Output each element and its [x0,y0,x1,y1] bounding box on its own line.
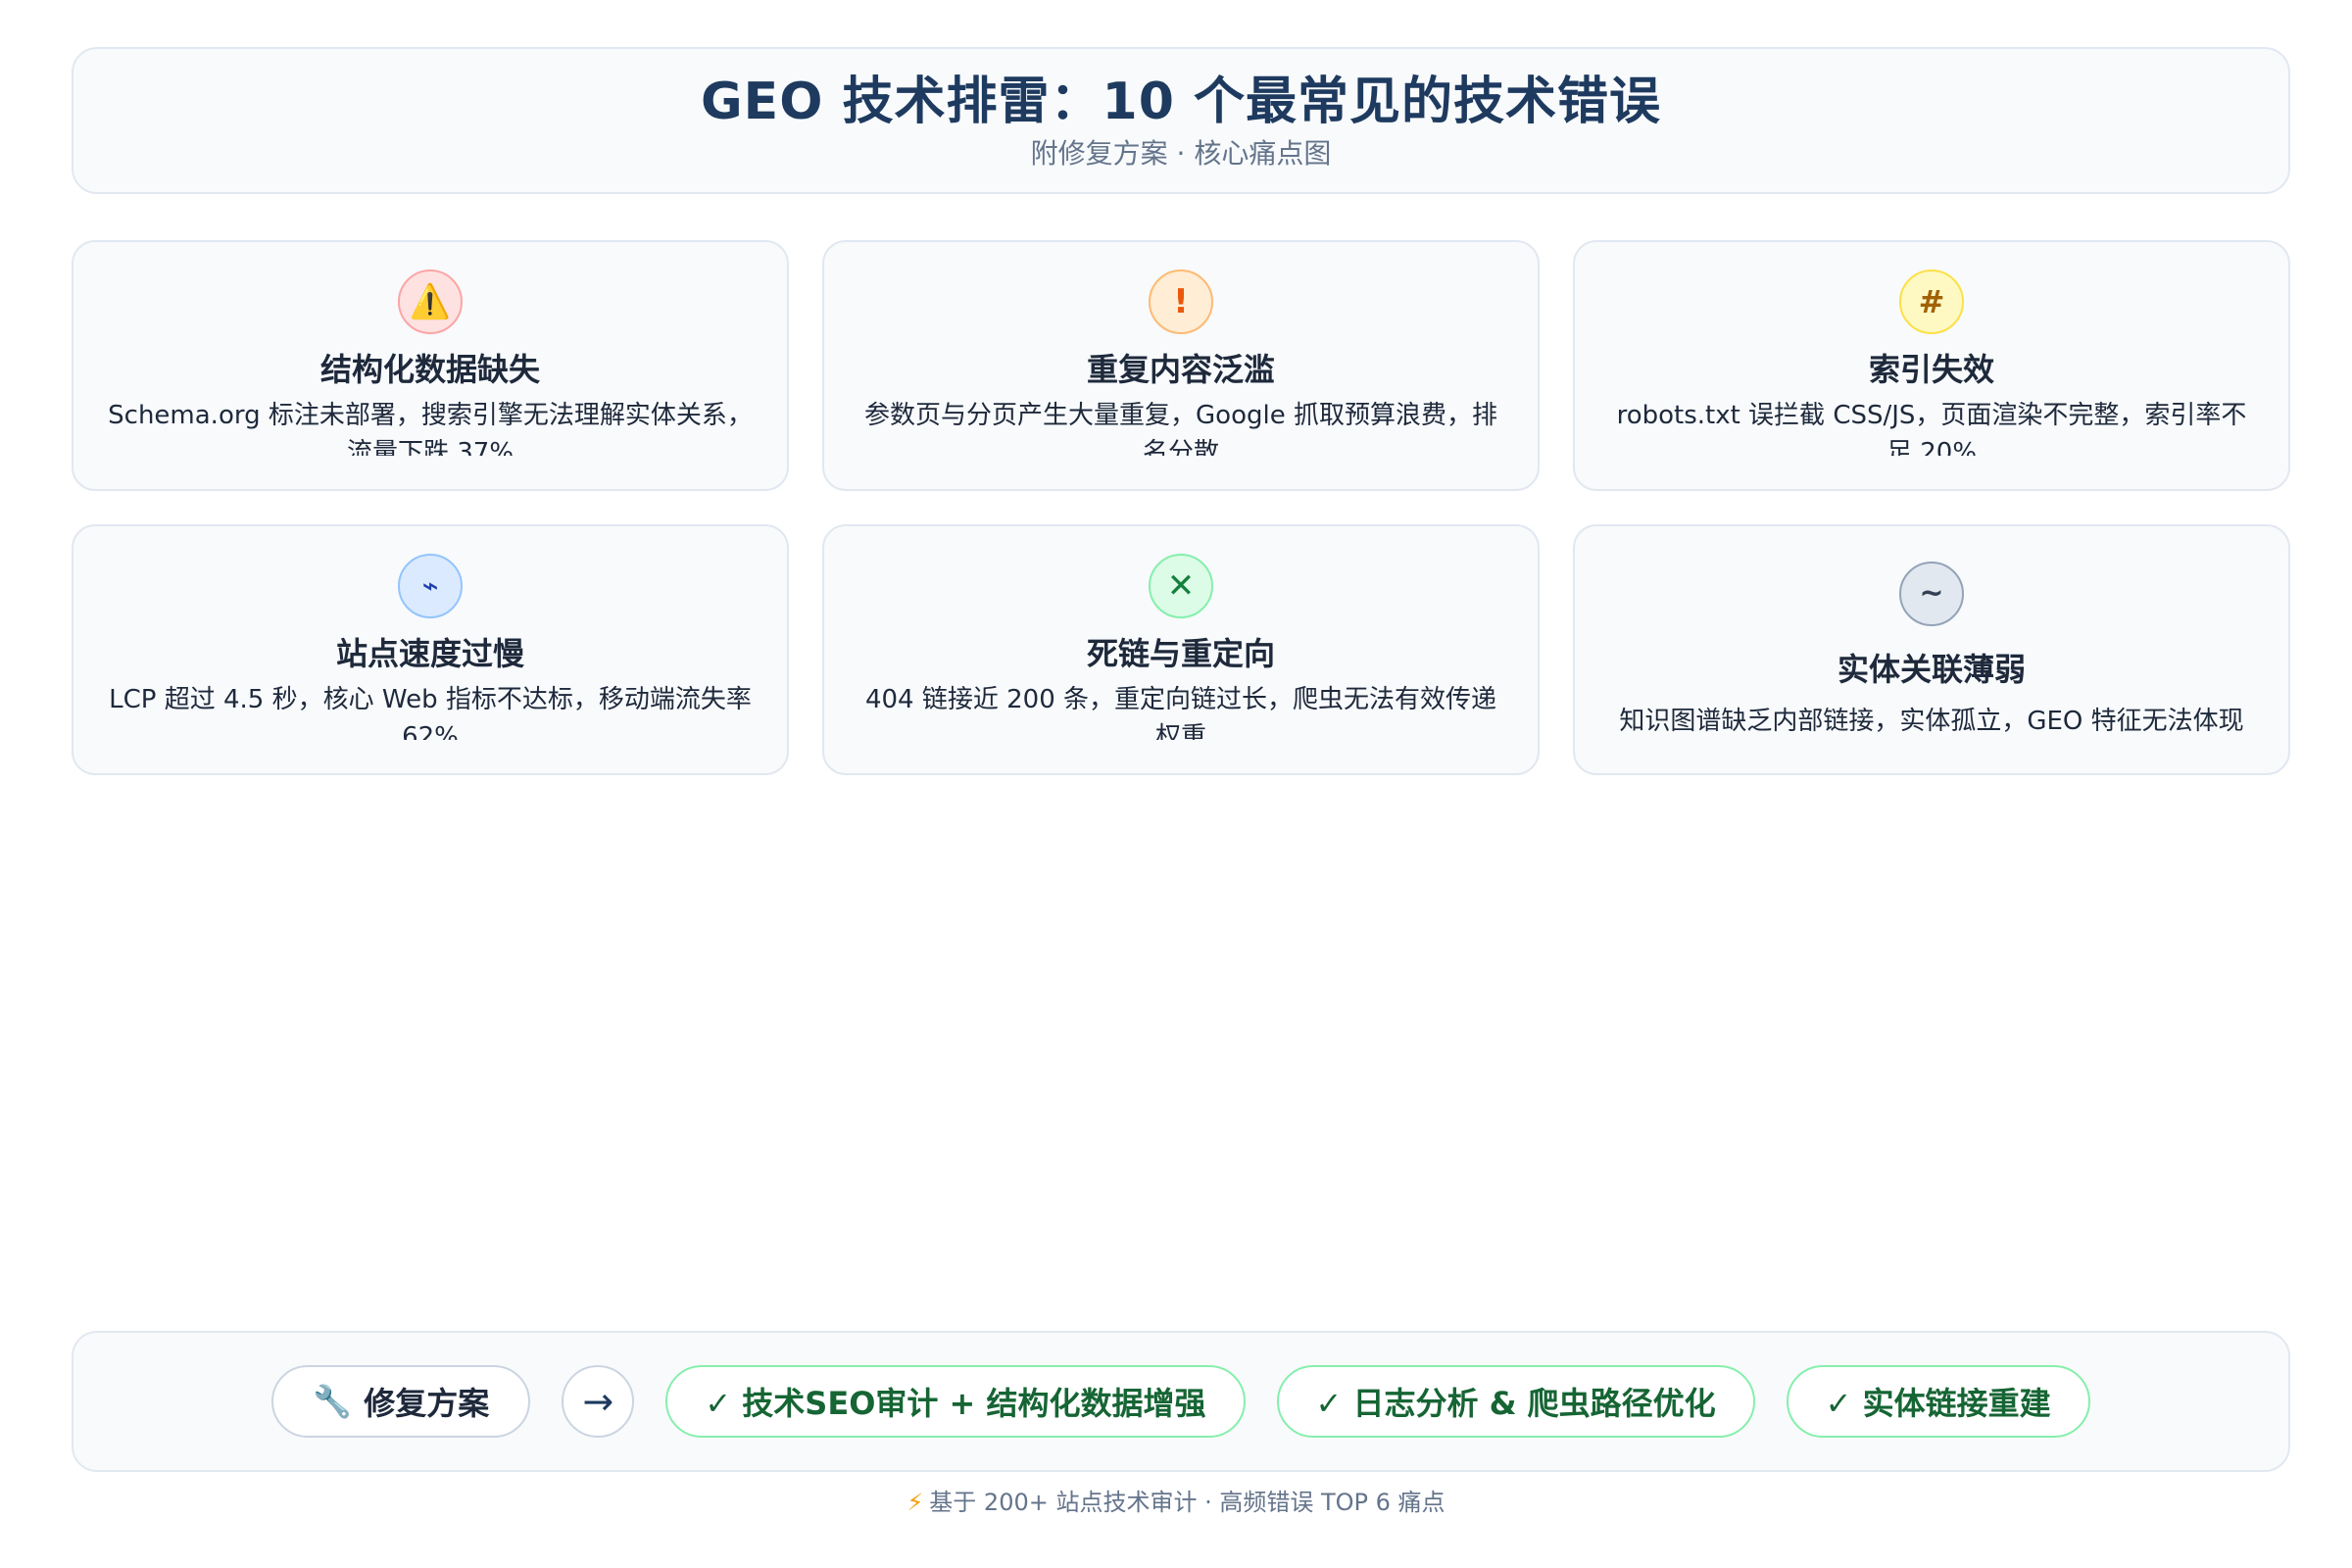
tilde-icon: ~ [1899,562,1964,626]
page-subtitle: 附修复方案 · 核心痛点图 [1030,137,1332,170]
solution-seo-audit[interactable]: ✓ 技术SEO审计 + 结构化数据增强 [665,1365,1246,1438]
footer-note: ⚡ 基于 200+ 站点技术审计 · 高频错误 TOP 6 痛点 [0,1486,2352,1519]
solution-entity-links[interactable]: ✓ 实体链接重建 [1786,1365,2090,1438]
card-structured-data: ⚠️ 结构化数据缺失 Schema.org 标注未部署，搜索引擎无法理解实体关系… [72,240,789,491]
solution-log-analysis[interactable]: ✓ 日志分析 & 爬虫路径优化 [1276,1365,1755,1438]
wrench-icon: 🔧 [313,1383,353,1420]
warning-icon: ⚠️ [398,270,463,334]
fix-plan-bar: 🔧 修复方案 → ✓ 技术SEO审计 + 结构化数据增强 ✓ 日志分析 & 爬虫… [72,1331,2290,1472]
card-site-speed: ⌁ 站点速度过慢 LCP 超过 4.5 秒，核心 Web 指标不达标，移动端流失… [72,524,789,775]
card-duplicate-content: ! 重复内容泛滥 参数页与分页产生大量重复，Google 抓取预算浪费，排名分散 [822,240,1540,491]
card-title: 实体关联薄弱 [1837,651,2026,688]
card-description: 参数页与分页产生大量重复，Google 抓取预算浪费，排名分散 [864,401,1497,456]
card-description: 知识图谱缺乏内部链接，实体孤立，GEO 特征无法体现 [1619,707,2244,736]
arrow-right-icon: → [562,1365,635,1438]
card-title: 站点速度过慢 [335,635,524,672]
lightning-icon: ⚡ [906,1489,924,1516]
card-description: 404 链接近 200 条，重定向链过长，爬虫无法有效传递权重 [864,685,1497,740]
card-dead-links: ✕ 死链与重定向 404 链接近 200 条，重定向链过长，爬虫无法有效传递权重 [822,524,1540,775]
fix-plan-button[interactable]: 🔧 修复方案 [271,1365,531,1438]
hash-icon: # [1899,270,1964,334]
pain-point-grid: ⚠️ 结构化数据缺失 Schema.org 标注未部署，搜索引擎无法理解实体关系… [72,240,2290,775]
card-title: 重复内容泛滥 [1086,351,1275,388]
card-description: Schema.org 标注未部署，搜索引擎无法理解实体关系，流量下跌 37% [108,401,753,456]
card-title: 死链与重定向 [1086,635,1275,672]
card-description: LCP 超过 4.5 秒，核心 Web 指标不达标，移动端流失率 62% [109,685,752,740]
footer-text: 基于 200+ 站点技术审计 · 高频错误 TOP 6 痛点 [929,1489,1446,1516]
card-title: 索引失效 [1868,351,1994,388]
card-description: robots.txt 误拦截 CSS/JS，页面渲染不完整，索引率不足 20% [1616,401,2247,456]
card-entity-links: ~ 实体关联薄弱 知识图谱缺乏内部链接，实体孤立，GEO 特征无法体现 [1573,524,2290,775]
cross-icon: ✕ [1149,554,1213,618]
card-title: 结构化数据缺失 [319,351,540,388]
card-index-failure: # 索引失效 robots.txt 误拦截 CSS/JS，页面渲染不完整，索引率… [1573,240,2290,491]
header-panel: GEO 技术排雷：10 个最常见的技术错误 附修复方案 · 核心痛点图 [72,47,2290,194]
fix-plan-label: 修复方案 [364,1385,490,1422]
lightning-icon: ⌁ [398,554,463,618]
page: GEO 技术排雷：10 个最常见的技术错误 附修复方案 · 核心痛点图 ⚠️ 结… [0,0,2352,1568]
exclamation-icon: ! [1149,270,1213,334]
page-title: GEO 技术排雷：10 个最常见的技术错误 [701,73,1661,131]
